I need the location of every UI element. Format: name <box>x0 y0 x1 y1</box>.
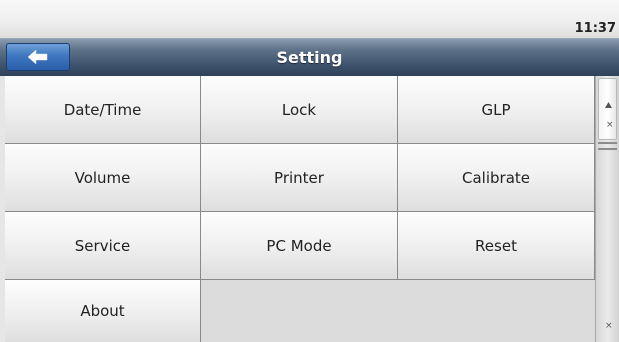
printer-button[interactable]: Printer <box>201 144 398 212</box>
chevron-up-icon <box>605 93 612 112</box>
settings-grid: Date/Time Lock GLP Volume Printer Calibr… <box>5 76 595 342</box>
volume-button[interactable]: Volume <box>5 144 201 212</box>
scroll-thumb[interactable] <box>598 142 617 150</box>
scroll-down-button[interactable]: × <box>598 314 617 338</box>
pc-mode-button[interactable]: PC Mode <box>201 212 398 280</box>
status-bar: 11:37 <box>0 0 619 38</box>
glp-button[interactable]: GLP <box>398 76 595 144</box>
service-button[interactable]: Service <box>5 212 201 280</box>
clock: 11:37 <box>574 21 616 36</box>
date-time-button[interactable]: Date/Time <box>5 76 201 144</box>
calibrate-button[interactable]: Calibrate <box>398 144 595 212</box>
about-button[interactable]: About <box>5 280 201 342</box>
title-bar: Setting <box>0 38 619 76</box>
empty-cell <box>201 280 595 342</box>
scroll-marker-icon: × <box>606 120 614 130</box>
lock-button[interactable]: Lock <box>201 76 398 144</box>
scroll-up-button[interactable]: × <box>598 78 617 140</box>
scrollbar[interactable]: × × <box>595 76 619 342</box>
scroll-marker-icon: × <box>605 321 613 331</box>
reset-button[interactable]: Reset <box>398 212 595 280</box>
page-title: Setting <box>276 48 343 67</box>
